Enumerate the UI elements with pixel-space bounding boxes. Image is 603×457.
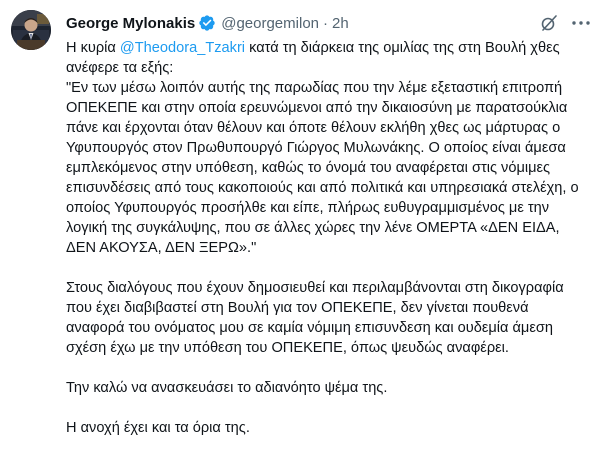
mention-link[interactable]: @Theodora_Tzakri [120,40,245,56]
tweet: George Mylonakis @georgemilon · 2h Η κυρ… [0,0,603,457]
avatar[interactable] [11,10,51,50]
intro-text-before: Η κυρία [66,40,120,56]
tweet-timestamp[interactable]: 2h [332,15,349,32]
tweet-paragraph-4: Η ανοχή έχει και τα όρια της. [66,420,250,436]
more-options-icon[interactable] [570,14,592,32]
tweet-intro: Η κυρία @Theodora_Tzakri κατά τη διάρκει… [66,38,590,78]
avatar-image [11,10,51,50]
author-handle[interactable]: @georgemilon [221,15,319,32]
grok-slash-icon[interactable] [540,14,558,32]
tweet-header: George Mylonakis @georgemilon · 2h [66,12,349,34]
tweet-paragraph-3: Την καλώ να ανασκευάσει το αδιανόητο ψέμ… [66,380,388,396]
tweet-text: Η κυρία @Theodora_Tzakri κατά τη διάρκει… [66,38,590,438]
header-separator: · [323,14,328,32]
tweet-quote: "Εν των μέσω λοιπόν αυτής της παρωδίας π… [66,80,579,256]
tweet-paragraph-2: Στους διαλόγους που έχουν δημοσιευθεί κα… [66,280,564,356]
author-display-name[interactable]: George Mylonakis [66,15,195,32]
verified-badge-icon [198,14,216,32]
